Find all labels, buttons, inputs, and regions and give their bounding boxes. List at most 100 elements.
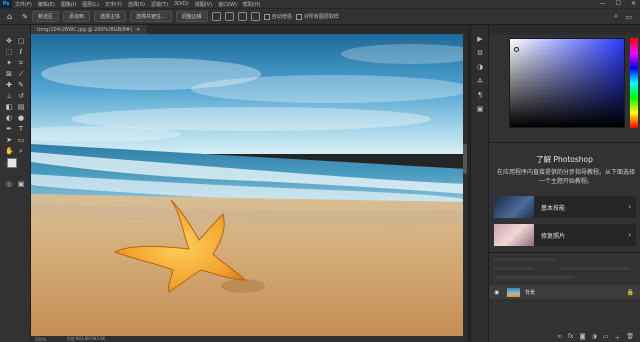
document-tab[interactable]: timg(104)26WC.jpg @ 200%(RGB/8#) ✕ — [31, 25, 147, 34]
select-subject-dropdown[interactable]: 选择主体 — [93, 11, 126, 22]
new-layer-icon[interactable]: ＋ — [614, 333, 620, 342]
foreground-color-swatch[interactable] — [7, 158, 17, 168]
menu-view[interactable]: 视图(V) — [192, 1, 215, 8]
card-label: 基本技能 — [541, 204, 566, 212]
brush-tool-icon[interactable]: ✎ — [22, 13, 28, 21]
menu-image[interactable]: 图像(I) — [58, 1, 79, 8]
add-to-selection-button[interactable]: 添加到 — [62, 11, 90, 22]
history-panel-icon[interactable]: ▶ — [476, 35, 484, 43]
character-panel-icon[interactable]: A — [476, 77, 484, 85]
eyedropper-tool-icon[interactable]: ⁄ — [17, 70, 25, 78]
layer-opacity-row[interactable] — [560, 267, 630, 270]
new-selection-button[interactable]: 新选区 — [31, 11, 59, 22]
menu-select[interactable]: 选择(S) — [125, 1, 148, 8]
angle-icon[interactable] — [250, 12, 260, 21]
libraries-panel-icon[interactable]: ▣ — [476, 105, 484, 113]
minimize-button[interactable]: — — [600, 0, 606, 8]
history-brush-icon[interactable]: ↺ — [17, 92, 25, 100]
hue-slider[interactable] — [630, 38, 638, 128]
color-picker-field[interactable] — [509, 38, 625, 128]
canvas-vertical-scrollbar[interactable] — [463, 34, 467, 336]
beach-starfish-photo — [31, 34, 467, 336]
adjustment-layer-icon[interactable]: ◑ — [591, 333, 596, 342]
frame-tool-icon[interactable]: ⊠ — [5, 70, 13, 78]
auto-enhance-checkbox[interactable] — [263, 13, 270, 20]
link-layers-icon[interactable]: ∞ — [557, 333, 562, 342]
search-icon[interactable]: ⌕ — [614, 12, 618, 21]
menu-bar: Ps 文件(F) 编辑(E) 图像(I) 图层(L) 文字(Y) 选择(S) 滤… — [0, 0, 640, 8]
sample-all-layers-checkbox[interactable] — [295, 13, 302, 20]
close-window-button[interactable]: ✕ — [631, 0, 636, 8]
sample-all-layers-label: 对所有图层取样 — [303, 14, 339, 20]
color-panel-tabs[interactable] — [489, 25, 640, 35]
type-tool-icon[interactable]: T — [17, 125, 25, 133]
layer-row-background[interactable]: ◉ 背景 🔒 — [489, 285, 640, 299]
paragraph-panel-icon[interactable]: ¶ — [476, 91, 484, 99]
learn-card-basic-skills[interactable]: 基本技能 › — [494, 196, 636, 218]
menu-edit[interactable]: 编辑(E) — [35, 1, 58, 8]
menu-window[interactable]: 窗口(W) — [215, 1, 240, 8]
layer-thumbnail — [507, 287, 520, 297]
learn-panel-subtitle: 在应用程序内直接提供的分步指导教程。从下面选择一个主题开始教程。 — [496, 169, 635, 185]
window-controls: — ☐ ✕ — [600, 0, 636, 8]
gradient-icon[interactable]: ▤ — [17, 103, 25, 111]
properties-panel-icon[interactable]: ⚙ — [476, 49, 484, 57]
blur-icon[interactable]: ◐ — [5, 114, 13, 122]
pen-tool-icon[interactable]: ✒ — [5, 125, 13, 133]
eraser-icon[interactable]: ◧ — [5, 103, 13, 111]
dodge-icon[interactable]: ● — [17, 114, 25, 122]
home-icon[interactable]: ⌂ — [7, 12, 12, 21]
adjustments-panel-icon[interactable]: ◑ — [476, 63, 484, 71]
marquee-tool-icon[interactable]: ⬚ — [5, 48, 13, 56]
artboard-tool-icon[interactable]: ▢ — [17, 37, 25, 45]
document-tab-bar: timg(104)26WC.jpg @ 200%(RGB/8#) ✕ — [31, 25, 467, 34]
add-mask-icon[interactable]: ◙ — [580, 333, 586, 342]
menu-help[interactable]: 帮助(H) — [240, 1, 264, 8]
menu-filter[interactable]: 滤镜(T) — [148, 1, 171, 8]
brush-icon[interactable]: ✎ — [17, 81, 25, 89]
hand-icon[interactable] — [237, 12, 247, 21]
canvas-area[interactable] — [31, 34, 467, 336]
collapsed-panels-strip: ▶ ⚙ ◑ A ¶ ▣ — [470, 25, 489, 342]
card-thumbnail — [494, 224, 534, 246]
chevron-right-icon: › — [628, 231, 631, 239]
menu-file[interactable]: 文件(F) — [12, 1, 35, 8]
close-tab-icon[interactable]: ✕ — [136, 27, 140, 33]
zoom-tool-icon[interactable]: ⌕ — [17, 147, 25, 155]
delete-layer-icon[interactable]: 🗑 — [626, 333, 634, 342]
refine-edge-button[interactable]: 调整边缘 — [175, 11, 208, 22]
scrollbar-thumb[interactable] — [463, 144, 467, 174]
lock-icon: 🔒 — [626, 288, 634, 296]
hand-tool-icon[interactable]: ✋ — [5, 147, 14, 155]
workspace-icon[interactable]: ▭ — [625, 13, 632, 21]
maximize-button[interactable]: ☐ — [616, 0, 621, 8]
layer-filter-row[interactable] — [494, 258, 554, 261]
shape-tool-icon[interactable]: ▭ — [17, 136, 25, 144]
group-icon[interactable]: ▭ — [603, 333, 609, 342]
quick-mask-icon[interactable]: ◎ — [5, 180, 13, 188]
path-select-icon[interactable]: ➤ — [5, 136, 13, 144]
document-info[interactable]: 文档:983.8K/983.8K — [66, 336, 105, 342]
menu-type[interactable]: 文字(Y) — [102, 1, 125, 8]
clone-stamp-icon[interactable]: ⊥ — [5, 92, 13, 100]
color-picker-cursor[interactable] — [514, 47, 519, 52]
zoom-icon[interactable] — [224, 12, 234, 21]
select-and-mask-button[interactable]: 选择并遮住... — [130, 11, 172, 22]
lasso-tool-icon[interactable]: ℓ — [17, 48, 25, 56]
zoom-level[interactable]: 200% — [35, 337, 46, 342]
screen-mode-icon[interactable]: ▣ — [17, 180, 25, 188]
layer-lock-row[interactable] — [494, 276, 574, 279]
brush-size-icon[interactable] — [211, 12, 221, 21]
menu-3d[interactable]: 3D(D) — [171, 1, 192, 7]
healing-brush-icon[interactable]: ✚ — [5, 81, 13, 89]
menu-layer[interactable]: 图层(L) — [79, 1, 102, 8]
learn-card-fix-photo[interactable]: 修复照片 › — [494, 224, 636, 246]
move-tool-icon[interactable]: ✥ — [5, 37, 13, 45]
crop-tool-icon[interactable]: ⌗ — [17, 59, 25, 67]
photoshop-logo: Ps — [0, 0, 12, 8]
quick-select-tool-icon[interactable]: ✦ — [5, 59, 13, 67]
eye-icon[interactable]: ◉ — [494, 289, 502, 296]
layer-blend-row[interactable] — [494, 267, 534, 270]
layer-style-icon[interactable]: fx — [568, 333, 574, 342]
card-thumbnail — [494, 196, 534, 218]
